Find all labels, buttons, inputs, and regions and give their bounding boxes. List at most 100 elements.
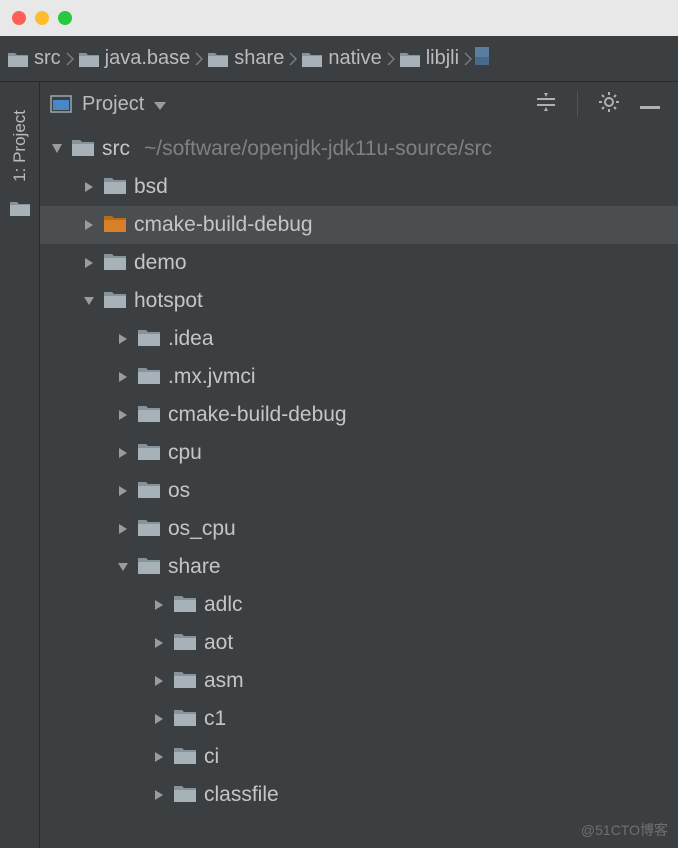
chevron-right-icon [463, 51, 473, 67]
minimize-window-button[interactable] [35, 11, 49, 25]
tree-row[interactable]: .mx.jvmci [40, 358, 678, 396]
tree-row-root[interactable]: src ~/software/openjdk-jdk11u-source/src [40, 130, 678, 168]
tree-row[interactable]: .idea [40, 320, 678, 358]
breadcrumb-label: native [328, 47, 381, 70]
folder-icon [174, 708, 196, 731]
tree-item-label: asm [204, 669, 244, 693]
tree-row[interactable]: classfile [40, 776, 678, 814]
arrow-collapsed-icon[interactable] [82, 256, 96, 270]
breadcrumb-item[interactable]: src [6, 45, 63, 72]
tree-item-label: demo [134, 251, 187, 275]
close-window-button[interactable] [12, 11, 26, 25]
watermark: @51CTO博客 [581, 820, 668, 840]
folder-icon [104, 176, 126, 199]
arrow-collapsed-icon[interactable] [152, 750, 166, 764]
breadcrumb-label: src [34, 47, 61, 70]
arrow-collapsed-icon[interactable] [152, 712, 166, 726]
folder-icon [138, 442, 160, 465]
tree-row[interactable]: adlc [40, 586, 678, 624]
folder-icon [174, 632, 196, 655]
breadcrumb-item[interactable]: share [206, 45, 286, 72]
chevron-right-icon [386, 51, 396, 67]
main-area: 1: Project Project [0, 82, 678, 848]
folder-icon [104, 214, 126, 237]
file-icon [475, 47, 489, 70]
breadcrumb-label: java.base [105, 47, 191, 70]
arrow-collapsed-icon[interactable] [116, 446, 130, 460]
breadcrumb-item[interactable]: native [300, 45, 383, 72]
chevron-right-icon [288, 51, 298, 67]
panel-title[interactable]: Project [82, 93, 144, 116]
chevron-right-icon [65, 51, 75, 67]
arrow-collapsed-icon[interactable] [152, 788, 166, 802]
arrow-collapsed-icon[interactable] [82, 180, 96, 194]
arrow-collapsed-icon[interactable] [116, 332, 130, 346]
folder-icon [208, 51, 228, 67]
folder-icon [138, 366, 160, 389]
gear-icon[interactable] [598, 91, 620, 118]
folder-icon [138, 556, 160, 579]
tree-row[interactable]: os [40, 472, 678, 510]
arrow-collapsed-icon[interactable] [152, 674, 166, 688]
tree-row[interactable]: cpu [40, 434, 678, 472]
tree-row[interactable]: c1 [40, 700, 678, 738]
folder-icon [104, 290, 126, 313]
breadcrumb: src java.base share native libjli [0, 36, 678, 82]
arrow-collapsed-icon[interactable] [152, 598, 166, 612]
folder-icon [302, 51, 322, 67]
folder-icon [104, 252, 126, 275]
tree-item-label: aot [204, 631, 233, 655]
tree-item-label: os [168, 479, 190, 503]
tree-row[interactable]: demo [40, 244, 678, 282]
folder-icon [79, 51, 99, 67]
breadcrumb-label: libjli [426, 47, 459, 70]
tree-item-label: cmake-build-debug [134, 213, 313, 237]
tree-item-label: cpu [168, 441, 202, 465]
view-mode-icon[interactable] [50, 95, 72, 113]
tree-row[interactable]: asm [40, 662, 678, 700]
tree-row[interactable]: bsd [40, 168, 678, 206]
chevron-right-icon [194, 51, 204, 67]
folder-icon [72, 138, 94, 161]
folder-icon [138, 404, 160, 427]
breadcrumb-label: share [234, 47, 284, 70]
arrow-collapsed-icon[interactable] [116, 484, 130, 498]
side-tab-label: 1: Project [10, 110, 30, 182]
chevron-down-icon[interactable] [154, 94, 166, 115]
tree-item-label: share [168, 555, 221, 579]
arrow-expanded-icon[interactable] [50, 142, 64, 156]
tree-item-label: hotspot [134, 289, 203, 313]
tree-row[interactable]: cmake-build-debug [40, 206, 678, 244]
arrow-expanded-icon[interactable] [116, 560, 130, 574]
arrow-collapsed-icon[interactable] [116, 522, 130, 536]
tree-row[interactable]: hotspot [40, 282, 678, 320]
side-tab-project[interactable]: 1: Project [0, 82, 40, 848]
tree-row[interactable]: ci [40, 738, 678, 776]
tree-row[interactable]: share [40, 548, 678, 586]
maximize-window-button[interactable] [58, 11, 72, 25]
tree-root-label: src [102, 137, 130, 161]
tree-item-label: classfile [204, 783, 279, 807]
arrow-collapsed-icon[interactable] [116, 370, 130, 384]
tree-row[interactable]: os_cpu [40, 510, 678, 548]
tree-item-label: cmake-build-debug [168, 403, 347, 427]
folder-icon [138, 518, 160, 541]
folder-icon [138, 328, 160, 351]
arrow-collapsed-icon[interactable] [152, 636, 166, 650]
folder-icon [174, 784, 196, 807]
title-bar [0, 0, 678, 36]
breadcrumb-item[interactable]: java.base [77, 45, 193, 72]
scroll-from-source-icon[interactable] [535, 93, 557, 116]
arrow-collapsed-icon[interactable] [116, 408, 130, 422]
folder-icon [174, 670, 196, 693]
tree-row[interactable]: cmake-build-debug [40, 396, 678, 434]
breadcrumb-item[interactable]: libjli [398, 45, 461, 72]
tree-row[interactable]: aot [40, 624, 678, 662]
tree-item-label: c1 [204, 707, 226, 731]
minimize-icon[interactable] [640, 94, 660, 115]
tree-item-label: bsd [134, 175, 168, 199]
folder-icon [8, 51, 28, 67]
arrow-collapsed-icon[interactable] [82, 218, 96, 232]
arrow-expanded-icon[interactable] [82, 294, 96, 308]
project-tree: src ~/software/openjdk-jdk11u-source/src… [40, 126, 678, 848]
